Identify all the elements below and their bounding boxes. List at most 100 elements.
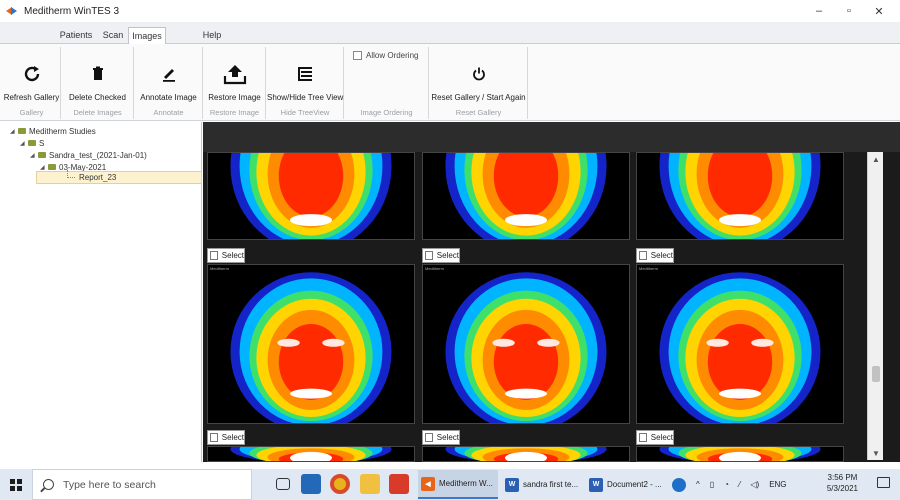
tab-images[interactable]: Images (128, 27, 166, 45)
taskbar-search-box[interactable]: Type here to search (32, 469, 252, 500)
restore-image-label: Restore Image (208, 93, 261, 102)
ribbon-group-ordering: Allow Ordering Image Ordering (345, 47, 429, 119)
file-explorer-icon[interactable] (360, 474, 380, 494)
allow-ordering-checkbox[interactable]: Allow Ordering (353, 51, 418, 60)
select-checkbox[interactable] (210, 433, 218, 442)
expand-arrow-icon[interactable]: ◢ (40, 164, 48, 171)
ribbon-group-gallery: Refresh Gallery Gallery (3, 47, 61, 119)
thermal-image-thumbnail[interactable] (636, 152, 844, 240)
tree-node-report[interactable]: Report_23 (36, 170, 202, 184)
scrollbar-thumb[interactable] (872, 366, 880, 382)
select-checkbox-row[interactable]: Select (422, 430, 460, 445)
annotate-image-label: Annotate Image (140, 93, 197, 102)
power-icon (472, 67, 485, 81)
group-name-hide-treeview: Hide TreeView (280, 108, 330, 117)
word-icon: W (589, 477, 603, 492)
taskbar-app-word-sandra[interactable]: Wsandra first te... (502, 470, 582, 499)
thermal-image-thumbnail[interactable]: Meditherm (207, 264, 415, 424)
select-label: Select (650, 251, 673, 260)
language-indicator[interactable]: ENG (769, 480, 786, 489)
refresh-gallery-button[interactable]: Refresh Gallery (3, 61, 60, 107)
thermal-image-thumbnail[interactable] (636, 446, 844, 462)
ribbon-group-delete: Delete Checked Delete Images (62, 47, 134, 119)
taskbar-clock[interactable]: 3:56 PM 5/3/2021 (827, 472, 858, 494)
show-hidden-icons-icon[interactable]: ^ (696, 480, 700, 489)
taskbar-app-meditherm[interactable]: ◀ Meditherm W... (418, 470, 498, 499)
tab-help[interactable]: Help (198, 26, 226, 44)
thermal-image-thumbnail[interactable] (207, 446, 415, 462)
tree-node-patient[interactable]: ◢ S (20, 137, 44, 149)
tree-connector (67, 170, 75, 178)
task-view-icon[interactable] (276, 478, 290, 490)
expand-arrow-icon[interactable]: ◢ (30, 152, 38, 159)
expand-arrow-icon[interactable]: ◢ (20, 140, 28, 147)
windows-logo-icon (10, 478, 22, 491)
reset-gallery-button[interactable]: Reset Gallery / Start Again (430, 61, 527, 107)
ribbon: Refresh Gallery Gallery Delete Checked D… (0, 44, 900, 121)
chrome-icon[interactable] (330, 474, 350, 494)
title-bar: Meditherm WinTES 3 – ▫ ✕ (0, 0, 900, 22)
select-checkbox[interactable] (425, 433, 433, 442)
allow-ordering-checkbox-box[interactable] (353, 51, 362, 60)
thermal-image-thumbnail[interactable]: Meditherm (422, 264, 630, 424)
pen-workspace-icon[interactable]: ⁄ (739, 480, 740, 489)
help-icon[interactable] (672, 477, 686, 492)
delete-checked-button[interactable]: Delete Checked (62, 61, 133, 107)
folder-icon (38, 152, 46, 158)
tab-scan[interactable]: Scan (98, 26, 128, 44)
tree-node-study[interactable]: ◢ Sandra_test_(2021-Jan-01) (30, 149, 147, 161)
refresh-icon (24, 66, 39, 82)
thermal-image-thumbnail[interactable] (422, 152, 630, 240)
tree-node-root[interactable]: ◢ Meditherm Studies (10, 125, 96, 137)
folder-icon (48, 164, 56, 170)
thermal-image-thumbnail[interactable]: Meditherm (636, 264, 844, 424)
select-checkbox[interactable] (425, 251, 433, 260)
volume-icon[interactable]: ◁) (750, 480, 759, 489)
search-placeholder: Type here to search (63, 478, 156, 491)
scroll-down-icon[interactable]: ▼ (868, 446, 884, 460)
select-checkbox-row[interactable]: Select (422, 248, 460, 263)
tab-patients[interactable]: Patients (56, 26, 96, 44)
ribbon-group-restore: Restore Image Restore Image (204, 47, 266, 119)
group-name-gallery: Gallery (19, 108, 44, 117)
annotate-image-button[interactable]: Annotate Image (135, 61, 202, 107)
select-checkbox[interactable] (639, 251, 647, 260)
select-checkbox-row[interactable]: Select (207, 430, 245, 445)
expand-arrow-icon[interactable]: ◢ (10, 128, 18, 135)
select-label: Select (436, 433, 459, 442)
gallery-scrollbar[interactable]: ▲ ▼ (867, 152, 883, 460)
refresh-gallery-label: Refresh Gallery (3, 93, 60, 102)
upload-icon (223, 65, 246, 85)
select-checkbox[interactable] (210, 251, 218, 260)
thermal-image-thumbnail[interactable] (422, 446, 630, 462)
select-checkbox-row[interactable]: Select (636, 430, 674, 445)
thumbnail-watermark: Meditherm (425, 266, 444, 271)
network-icon[interactable]: ◔ (724, 480, 729, 489)
window-title: Meditherm WinTES 3 (24, 5, 120, 17)
maximize-button[interactable]: ▫ (834, 0, 864, 22)
thumbnail-watermark: Meditherm (210, 266, 229, 271)
select-checkbox-row[interactable]: Select (636, 248, 674, 263)
thermal-image-thumbnail[interactable] (207, 152, 415, 240)
battery-icon[interactable]: ▯ (710, 480, 714, 489)
meditherm-icon: ◀ (421, 476, 435, 491)
select-label: Select (436, 251, 459, 260)
tree-list-icon (298, 67, 312, 81)
select-checkbox[interactable] (639, 433, 647, 442)
close-button[interactable]: ✕ (864, 0, 894, 22)
start-button[interactable] (0, 469, 32, 500)
allow-ordering-label: Allow Ordering (366, 51, 419, 60)
scroll-up-icon[interactable]: ▲ (868, 152, 884, 166)
notification-center-icon[interactable] (877, 477, 890, 488)
pdf-reader-icon[interactable] (389, 474, 409, 494)
ribbon-group-reset: Reset Gallery / Start Again Reset Galler… (430, 47, 528, 119)
minimize-button[interactable]: – (804, 0, 834, 22)
restore-image-button[interactable]: Restore Image (204, 61, 265, 107)
taskbar-app-word-document2[interactable]: W Document2 - ... (586, 470, 666, 499)
group-name-image-ordering: Image Ordering (360, 108, 413, 117)
show-hide-tree-view-button[interactable]: Show/Hide Tree View (267, 61, 343, 107)
select-checkbox-row[interactable]: Select (207, 248, 245, 263)
select-label: Select (221, 433, 244, 442)
edge-browser-icon[interactable] (301, 474, 321, 494)
gallery-header-strip (203, 122, 900, 152)
